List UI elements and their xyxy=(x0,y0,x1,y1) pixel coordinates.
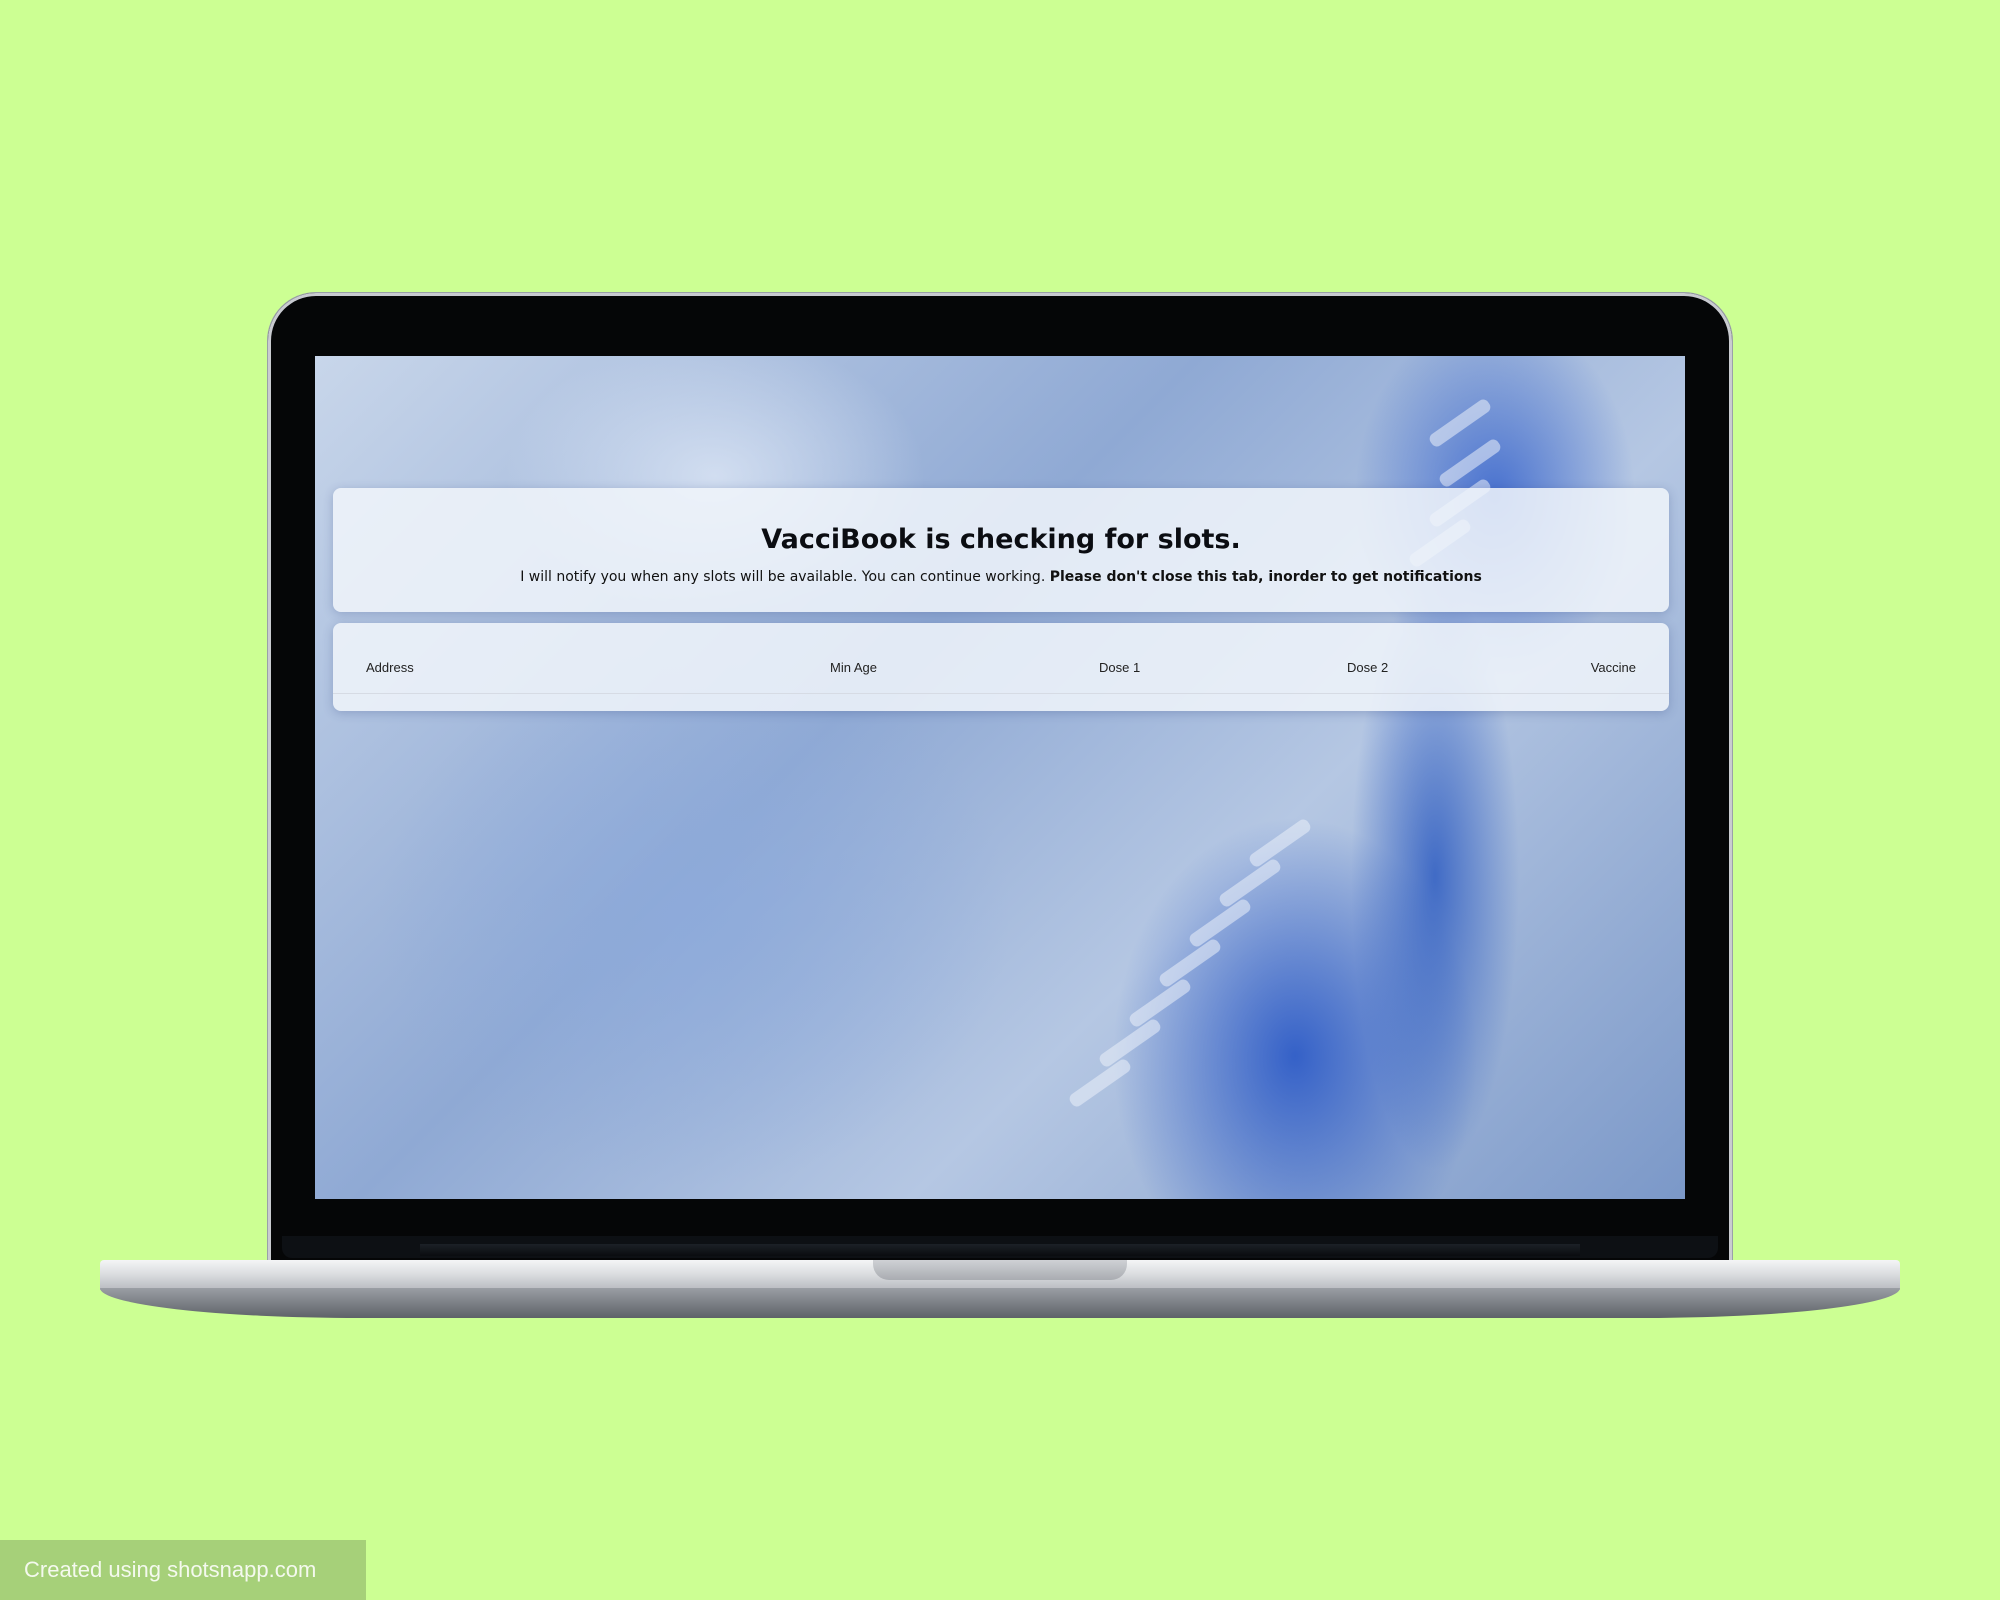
watermark: Created using shotsnapp.com xyxy=(0,1540,366,1600)
status-message-text: I will notify you when any slots will be… xyxy=(520,569,1046,585)
page-title: VacciBook is checking for slots. xyxy=(761,524,1241,555)
table-header: Address Min Age Dose 1 Dose 2 Vaccine xyxy=(333,623,1669,694)
status-warning-text: Please don't close this tab, inorder to … xyxy=(1049,569,1482,585)
status-card: VacciBook is checking for slots. I will … xyxy=(333,488,1669,612)
laptop-notch xyxy=(873,1260,1127,1280)
laptop-hinge xyxy=(420,1244,1580,1256)
column-header-dose-1[interactable]: Dose 1 xyxy=(1099,660,1140,675)
laptop-base-lower xyxy=(100,1288,1900,1318)
slots-table: Address Min Age Dose 1 Dose 2 Vaccine xyxy=(333,623,1669,711)
column-header-vaccine[interactable]: Vaccine xyxy=(1591,660,1636,675)
screen: VacciBook is checking for slots. I will … xyxy=(315,356,1685,1199)
column-header-dose-2[interactable]: Dose 2 xyxy=(1347,660,1388,675)
status-message: I will notify you when any slots will be… xyxy=(333,569,1669,585)
column-header-min-age[interactable]: Min Age xyxy=(830,660,877,675)
column-header-address[interactable]: Address xyxy=(366,660,414,675)
